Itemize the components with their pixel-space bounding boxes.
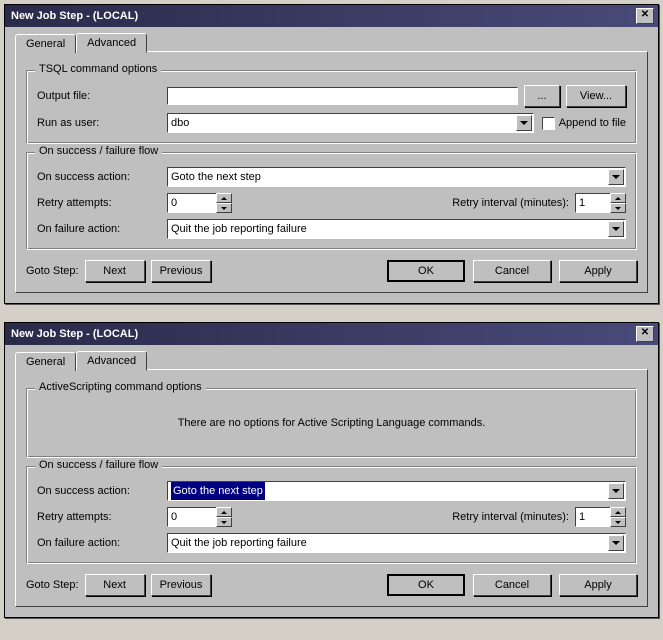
- append-checkbox[interactable]: Append to file: [542, 117, 626, 130]
- run-as-select[interactable]: dbo: [167, 113, 534, 133]
- tsql-options-group: TSQL command options Output file: ... Vi…: [26, 70, 637, 144]
- tab-strip: General Advanced: [15, 351, 648, 370]
- cancel-button[interactable]: Cancel: [473, 574, 551, 596]
- chevron-down-icon: [608, 535, 624, 551]
- retry-label: Retry attempts:: [37, 197, 167, 209]
- window-title: New Job Step - (LOCAL): [9, 10, 138, 22]
- apply-button[interactable]: Apply: [559, 574, 637, 596]
- button-row: Goto Step: Next Previous OK Cancel Apply: [26, 574, 637, 596]
- window-body: General Advanced TSQL command options Ou…: [5, 27, 658, 303]
- titlebar-1: New Job Step - (LOCAL) ✕: [5, 5, 658, 27]
- success-label: On success action:: [37, 171, 167, 183]
- spin-up-icon[interactable]: [216, 193, 232, 203]
- close-icon[interactable]: ✕: [636, 326, 654, 342]
- dialog-2: New Job Step - (LOCAL) ✕ General Advance…: [4, 322, 659, 618]
- interval-label: Retry interval (minutes):: [452, 197, 569, 209]
- chevron-down-icon: [608, 221, 624, 237]
- no-options-message: There are no options for Active Scriptin…: [37, 403, 626, 447]
- view-button[interactable]: View...: [566, 85, 626, 107]
- append-checkbox-label: Append to file: [559, 117, 626, 129]
- spin-down-icon[interactable]: [216, 203, 232, 213]
- tab-advanced[interactable]: Advanced: [76, 351, 147, 371]
- goto-step-label: Goto Step:: [26, 579, 79, 591]
- window-title: New Job Step - (LOCAL): [9, 328, 138, 340]
- failure-select[interactable]: Quit the job reporting failure: [167, 533, 626, 553]
- retry-spinner[interactable]: 0: [167, 507, 232, 527]
- tab-strip: General Advanced: [15, 33, 648, 52]
- output-file-label: Output file:: [37, 90, 167, 102]
- previous-button[interactable]: Previous: [151, 260, 212, 282]
- window-body: General Advanced ActiveScripting command…: [5, 345, 658, 617]
- retry-spinner[interactable]: 0: [167, 193, 232, 213]
- success-select[interactable]: Goto the next step: [167, 481, 626, 501]
- failure-label: On failure action:: [37, 223, 167, 235]
- tab-content-advanced: TSQL command options Output file: ... Vi…: [15, 51, 648, 293]
- cancel-button[interactable]: Cancel: [473, 260, 551, 282]
- tab-advanced[interactable]: Advanced: [76, 33, 147, 53]
- close-icon[interactable]: ✕: [636, 8, 654, 24]
- flow-group: On success / failure flow On success act…: [26, 466, 637, 564]
- ok-button[interactable]: OK: [387, 574, 465, 596]
- previous-button[interactable]: Previous: [151, 574, 212, 596]
- spin-up-icon[interactable]: [216, 507, 232, 517]
- spin-down-icon[interactable]: [610, 203, 626, 213]
- success-select[interactable]: Goto the next step: [167, 167, 626, 187]
- flow-group-title: On success / failure flow: [35, 459, 162, 471]
- chevron-down-icon: [516, 115, 532, 131]
- spin-down-icon[interactable]: [216, 517, 232, 527]
- tab-general[interactable]: General: [15, 352, 76, 371]
- spin-down-icon[interactable]: [610, 517, 626, 527]
- spin-up-icon[interactable]: [610, 193, 626, 203]
- activescripting-options-group: ActiveScripting command options There ar…: [26, 388, 637, 458]
- button-row: Goto Step: Next Previous OK Cancel Apply: [26, 260, 637, 282]
- success-label: On success action:: [37, 485, 167, 497]
- flow-group: On success / failure flow On success act…: [26, 152, 637, 250]
- interval-spinner[interactable]: 1: [575, 507, 626, 527]
- chevron-down-icon: [608, 169, 624, 185]
- interval-spinner[interactable]: 1: [575, 193, 626, 213]
- next-button[interactable]: Next: [85, 574, 145, 596]
- failure-select[interactable]: Quit the job reporting failure: [167, 219, 626, 239]
- tsql-group-title: TSQL command options: [35, 63, 161, 75]
- failure-label: On failure action:: [37, 537, 167, 549]
- tab-content-advanced: ActiveScripting command options There ar…: [15, 369, 648, 607]
- activescripting-group-title: ActiveScripting command options: [35, 381, 206, 393]
- next-button[interactable]: Next: [85, 260, 145, 282]
- goto-step-label: Goto Step:: [26, 265, 79, 277]
- retry-label: Retry attempts:: [37, 511, 167, 523]
- dialog-1: New Job Step - (LOCAL) ✕ General Advance…: [4, 4, 659, 304]
- interval-label: Retry interval (minutes):: [452, 511, 569, 523]
- tab-general[interactable]: General: [15, 34, 76, 53]
- browse-button[interactable]: ...: [524, 85, 560, 107]
- flow-group-title: On success / failure flow: [35, 145, 162, 157]
- run-as-label: Run as user:: [37, 117, 167, 129]
- chevron-down-icon: [608, 483, 624, 499]
- ok-button[interactable]: OK: [387, 260, 465, 282]
- titlebar-2: New Job Step - (LOCAL) ✕: [5, 323, 658, 345]
- checkbox-box: [542, 117, 555, 130]
- output-file-input[interactable]: [167, 87, 518, 105]
- apply-button[interactable]: Apply: [559, 260, 637, 282]
- spin-up-icon[interactable]: [610, 507, 626, 517]
